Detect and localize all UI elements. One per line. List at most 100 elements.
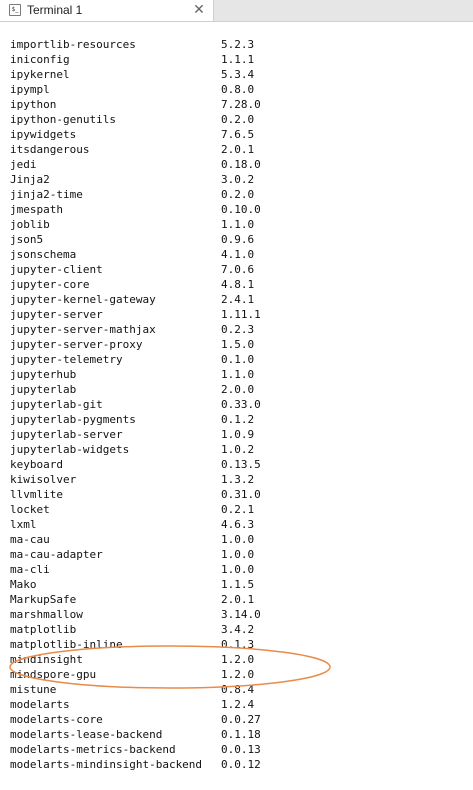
package-row: mindspore-gpu 1.2.0 [10,667,261,682]
package-version: 0.1.18 [221,728,261,741]
package-row: importlib-resources 5.2.3 [10,37,261,52]
package-name: jedi [10,158,37,171]
package-version: 7.0.6 [221,263,255,276]
package-name: json5 [10,233,44,246]
package-name: locket [10,503,50,516]
package-name: modelarts-metrics-backend [10,743,176,756]
package-row: Jinja2 3.0.2 [10,172,261,187]
package-name: modelarts [10,698,70,711]
package-row: jupyter-client 7.0.6 [10,262,261,277]
package-version: 1.0.9 [221,428,255,441]
package-row: llvmlite 0.31.0 [10,487,261,502]
package-version: 7.6.5 [221,128,255,141]
package-row: Mako 1.1.5 [10,577,261,592]
package-name: importlib-resources [10,38,136,51]
package-name: kiwisolver [10,473,77,486]
package-version: 1.1.5 [221,578,255,591]
package-version: 1.5.0 [221,338,255,351]
package-row: jinja2-time 0.2.0 [10,187,261,202]
package-name: jupyter-telemetry [10,353,123,366]
package-row: kiwisolver 1.3.2 [10,472,261,487]
package-name: keyboard [10,458,63,471]
package-name: jupyter-core [10,278,90,291]
package-version: 7.28.0 [221,98,261,111]
tab-bar: $_ Terminal 1 ✕ [0,0,473,22]
package-version: 0.2.0 [221,113,255,126]
package-version: 0.2.1 [221,503,255,516]
package-version: 0.13.5 [221,458,261,471]
package-name: matplotlib-inline [10,638,123,651]
package-version: 4.6.3 [221,518,255,531]
package-name: mindspore-gpu [10,668,97,681]
package-row: locket 0.2.1 [10,502,261,517]
package-row: mindinsight 1.2.0 [10,652,261,667]
package-name: jupyter-client [10,263,103,276]
package-version: 0.10.0 [221,203,261,216]
package-version: 0.18.0 [221,158,261,171]
package-name: marshmallow [10,608,83,621]
package-version: 5.2.3 [221,38,255,51]
package-version: 2.0.0 [221,383,255,396]
package-version: 4.1.0 [221,248,255,261]
tab-terminal-1[interactable]: $_ Terminal 1 ✕ [0,0,214,21]
package-name: jmespath [10,203,63,216]
package-version: 0.1.2 [221,413,255,426]
package-name: mindinsight [10,653,83,666]
package-row: jupyterhub 1.1.0 [10,367,261,382]
package-row: modelarts-mindinsight-backend 0.0.12 [10,757,261,772]
package-name: jupyter-server-mathjax [10,323,156,336]
package-row: ipympl 0.8.0 [10,82,261,97]
package-name: modelarts-mindinsight-backend [10,758,203,771]
package-name: jsonschema [10,248,77,261]
package-version: 0.8.4 [221,683,255,696]
package-name: matplotlib [10,623,77,636]
package-name: lxml [10,518,37,531]
package-row: marshmallow 3.14.0 [10,607,261,622]
package-name: jupyterlab-git [10,398,103,411]
package-row: keyboard 0.13.5 [10,457,261,472]
package-version: 2.0.1 [221,593,255,606]
package-version: 1.2.4 [221,698,255,711]
package-row: modelarts-lease-backend 0.1.18 [10,727,261,742]
package-version: 0.0.12 [221,758,261,771]
package-version: 0.0.27 [221,713,261,726]
package-row: jupyterlab-widgets 1.0.2 [10,442,261,457]
package-row: ipython 7.28.0 [10,97,261,112]
package-version: 4.8.1 [221,278,255,291]
package-version: 5.3.4 [221,68,255,81]
package-name: modelarts-lease-backend [10,728,163,741]
close-icon[interactable]: ✕ [191,1,207,19]
package-name: jupyterlab-widgets [10,443,130,456]
terminal-output[interactable]: importlib-resources 5.2.3 iniconfig 1.1.1 ip… [0,22,473,790]
package-row: jupyterlab-server 1.0.9 [10,427,261,442]
package-row: MarkupSafe 2.0.1 [10,592,261,607]
package-name: iniconfig [10,53,70,66]
package-row: lxml 4.6.3 [10,517,261,532]
package-version: 0.0.13 [221,743,261,756]
package-name: jupyterlab-server [10,428,123,441]
package-name: MarkupSafe [10,593,77,606]
package-row: itsdangerous 2.0.1 [10,142,261,157]
package-row: jupyter-kernel-gateway 2.4.1 [10,292,261,307]
package-row: modelarts-metrics-backend 0.0.13 [10,742,261,757]
package-version: 0.1.3 [221,638,255,651]
package-version: 1.11.1 [221,308,261,321]
package-version: 1.1.1 [221,53,255,66]
package-name: ipython [10,98,57,111]
package-row: iniconfig 1.1.1 [10,52,261,67]
package-version: 0.33.0 [221,398,261,411]
package-row: jmespath 0.10.0 [10,202,261,217]
package-version: 3.4.2 [221,623,255,636]
package-version: 1.2.0 [221,653,255,666]
package-row: jupyter-server-proxy 1.5.0 [10,337,261,352]
package-name: jupyter-server [10,308,103,321]
package-name: ipympl [10,83,50,96]
package-version: 1.0.0 [221,533,255,546]
package-name: jupyter-server-proxy [10,338,143,351]
package-row: matplotlib-inline 0.1.3 [10,637,261,652]
package-version: 3.14.0 [221,608,261,621]
package-name: jupyterlab-pygments [10,413,136,426]
package-row: ipykernel 5.3.4 [10,67,261,82]
package-row: ipywidgets 7.6.5 [10,127,261,142]
package-row: joblib 1.1.0 [10,217,261,232]
